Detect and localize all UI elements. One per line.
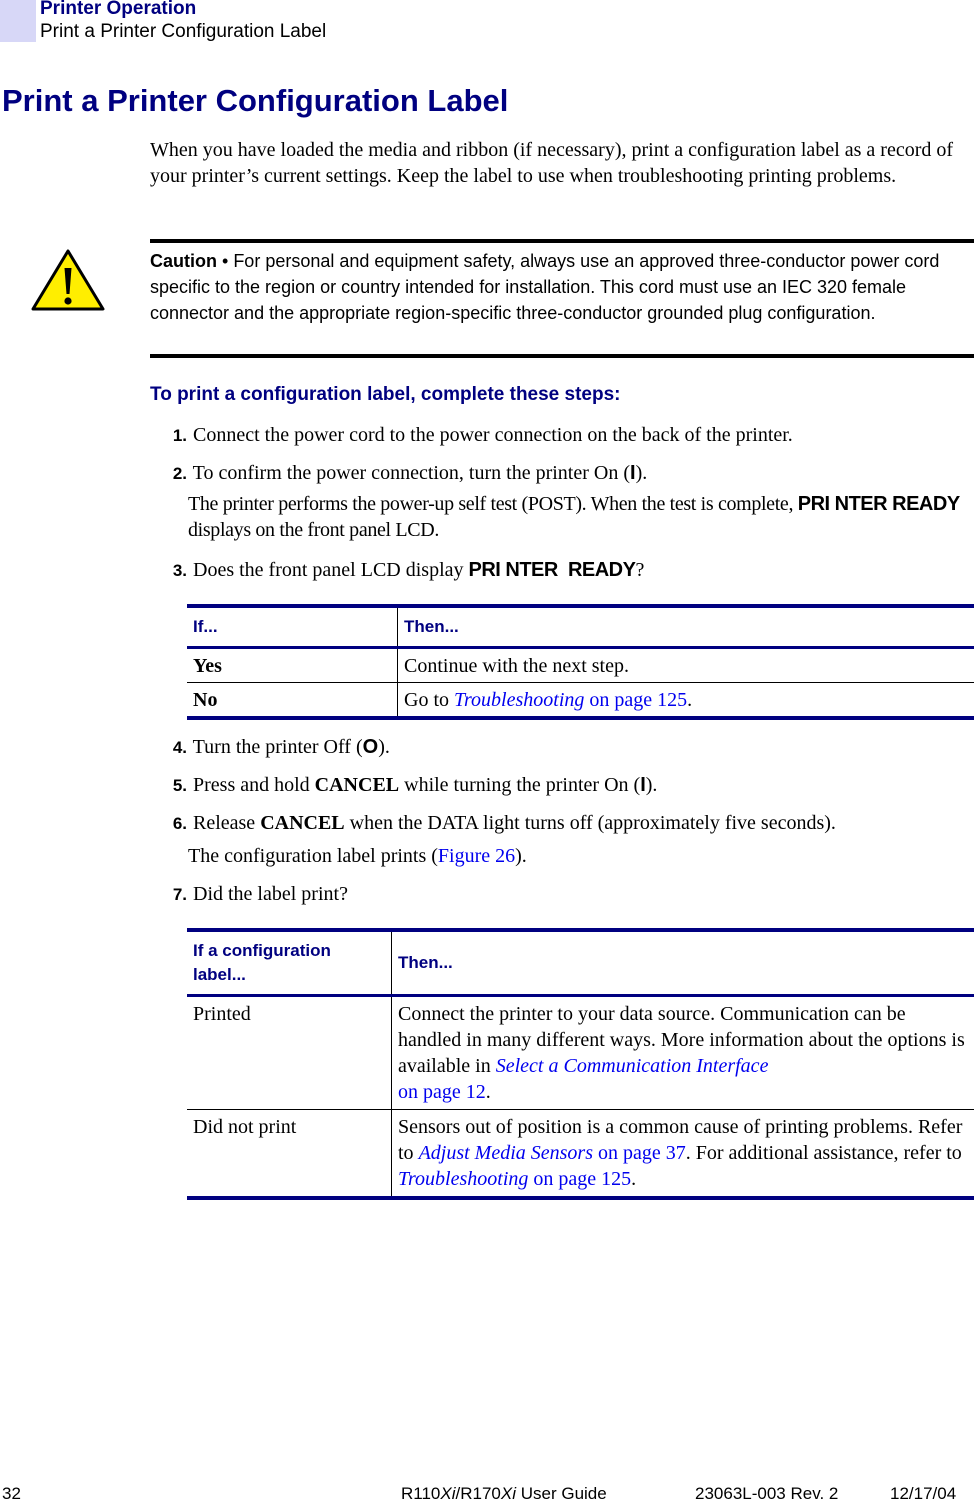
step-4: 4. Turn the printer Off (O). [150, 734, 970, 761]
header-subsection: Print a Printer Configuration Label [40, 21, 327, 42]
table-row: No Go to Troubleshooting on page 125. [187, 682, 974, 719]
note-text: The printer performs the power-up self t… [188, 493, 798, 515]
step-1: 1. Connect the power cord to the power c… [150, 422, 970, 449]
note-text: The configuration label prints ( [188, 845, 438, 867]
cell-text-mid: . For additional assistance, refer to [685, 1142, 962, 1164]
warning-triangle-icon [31, 249, 105, 311]
step-2: 2. To confirm the power connection, turn… [150, 460, 970, 487]
caution-separator: • [217, 251, 234, 271]
lcd-message: PRI NTER READY [797, 493, 960, 515]
cell-text-end: . [485, 1081, 491, 1103]
cell-text-end: . [631, 1168, 637, 1190]
caution-text: For personal and equipment safety, alway… [150, 251, 940, 323]
note-text-end: displays on the front panel LCD. [188, 519, 439, 541]
page-number: 32 [2, 1484, 21, 1503]
cell-if: Did not print [187, 1109, 392, 1198]
column-header-if: If a configuration label... [187, 930, 392, 996]
step-text: Release [193, 812, 261, 834]
step-text-end: ). [645, 774, 658, 796]
table-row: Yes Continue with the next step. [187, 647, 974, 683]
figure-26-link[interactable]: Figure 26 [438, 845, 515, 867]
step-number: 4. [172, 738, 187, 757]
step-text: Turn the printer Off ( [192, 736, 363, 758]
step-number: 1. [172, 426, 187, 445]
step-text: To confirm the power connection, turn th… [192, 462, 630, 484]
document-revision: 23063L-003 Rev. 2 [695, 1484, 839, 1503]
decision-table-label-print: If a configuration label... Then... Prin… [187, 928, 974, 1200]
caution-label: Caution [150, 251, 217, 271]
adjust-media-sensors-link[interactable]: Adjust Media Sensors on page 37 [419, 1142, 686, 1164]
caution-note: Caution • For personal and equipment saf… [150, 248, 970, 326]
step-2-note: The printer performs the power-up self t… [188, 491, 970, 543]
column-header-if: If... [187, 606, 398, 648]
header-color-block [0, 0, 36, 42]
column-header-then: Then... [398, 953, 453, 972]
step-number: 7. [172, 885, 187, 904]
cell-then: Connect the printer to your data source.… [392, 996, 974, 1110]
cell-text-end: . [687, 688, 693, 711]
table-header-row: If a configuration label... Then... [187, 930, 974, 996]
lcd-message: PRI NTER READY [468, 559, 636, 581]
table-row: Did not print Sensors out of position is… [187, 1109, 974, 1199]
step-6: 6. Release CANCEL when the DATA light tu… [150, 810, 970, 837]
step-text-end: ? [635, 559, 645, 581]
cell-then: Go to Troubleshooting on page 125. [398, 683, 974, 719]
procedure-heading: To print a configuration label, complete… [150, 384, 621, 405]
cell-if: Yes [187, 647, 398, 683]
table-row: Printed Connect the printer to your data… [187, 995, 974, 1110]
step-text-end: when the DATA light turns off (approxima… [344, 812, 836, 834]
cancel-key-label: CANCEL [314, 774, 400, 796]
cell-then: Sensors out of position is a common caus… [392, 1110, 974, 1199]
caution-top-rule [150, 239, 974, 243]
step-text: Did the label print? [193, 883, 348, 905]
step-number: 6. [172, 814, 187, 833]
cell-then: Continue with the next step. [404, 654, 629, 677]
table-header-row: If... Then... [187, 606, 974, 648]
troubleshooting-link[interactable]: Troubleshooting on page 125 [398, 1168, 631, 1190]
document-date: 12/17/04 [890, 1484, 957, 1503]
intro-paragraph: When you have loaded the media and ribbo… [150, 139, 954, 187]
decision-table-lcd: If... Then... Yes Continue with the next… [187, 604, 974, 720]
step-text-end: ). [635, 462, 648, 484]
step-number: 2. [172, 464, 187, 483]
cell-if: Printed [187, 995, 392, 1110]
note-text-end: ). [515, 845, 527, 867]
step-number: 3. [172, 561, 187, 580]
step-7: 7. Did the label print? [150, 881, 970, 908]
column-header-then: Then... [404, 617, 459, 636]
header-section: Printer Operation [40, 0, 197, 19]
step-3: 3. Does the front panel LCD display PRI … [150, 557, 970, 584]
caution-bottom-rule [150, 354, 974, 358]
step-number: 5. [172, 776, 187, 795]
power-off-symbol: O [362, 736, 379, 758]
step-text-mid: while turning the printer On ( [399, 774, 641, 796]
page-title: Print a Printer Configuration Label [2, 83, 509, 118]
step-6-note: The configuration label prints (Figure 2… [188, 843, 970, 869]
step-5: 5. Press and hold CANCEL while turning t… [150, 772, 970, 799]
cancel-key-label: CANCEL [260, 812, 345, 834]
step-text-end: ). [378, 736, 390, 758]
cell-if: No [187, 682, 398, 718]
step-text: Does the front panel LCD display [193, 559, 469, 581]
troubleshooting-link[interactable]: Troubleshooting on page 125 [454, 689, 687, 711]
step-text: Press and hold [193, 774, 315, 796]
step-text: Connect the power cord to the power conn… [193, 424, 793, 446]
cell-text: Go to [404, 688, 454, 711]
guide-title: R110Xi/R170Xi User Guide [401, 1484, 607, 1503]
